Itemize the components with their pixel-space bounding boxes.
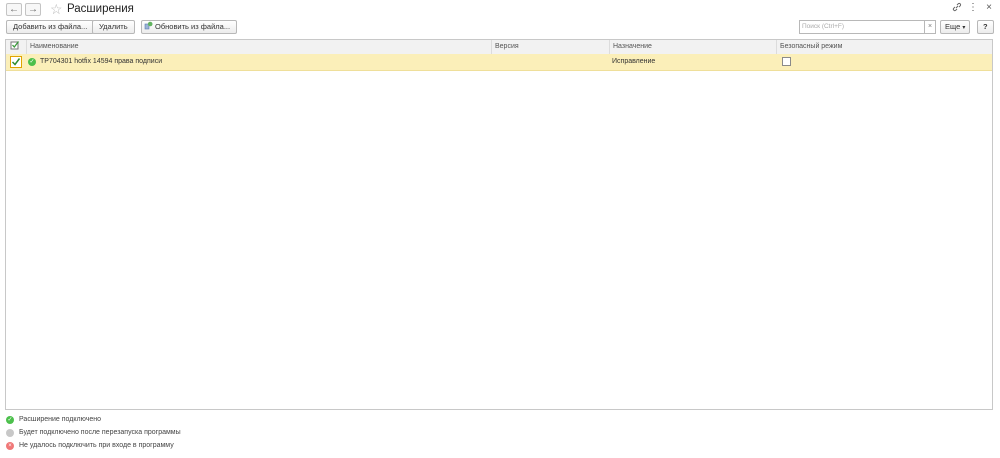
update-from-file-label: Обновить из файла... xyxy=(155,22,231,31)
active-checkbox[interactable] xyxy=(6,54,26,70)
header-checkbox[interactable] xyxy=(6,40,26,54)
delete-button[interactable]: Удалить xyxy=(92,20,135,34)
arrow-left-icon: ← xyxy=(9,4,19,15)
search-input[interactable]: Поиск (Ctrl+F) xyxy=(799,20,925,34)
cell-purpose: Исправление xyxy=(612,58,656,65)
column-header-name[interactable]: Наименование xyxy=(26,40,491,54)
legend-label: Будет подключено после перезапуска прогр… xyxy=(19,429,181,436)
more-button[interactable]: Еще ▾ xyxy=(940,20,971,34)
column-header-purpose[interactable]: Назначение xyxy=(609,40,776,54)
status-failed-icon: × xyxy=(6,442,14,450)
safe-mode-checkbox[interactable] xyxy=(782,57,791,66)
legend-label: Не удалось подключить при входе в програ… xyxy=(19,442,174,449)
check-all-icon xyxy=(10,41,20,50)
help-button[interactable]: ? xyxy=(977,20,994,34)
chevron-down-icon: ▾ xyxy=(962,25,966,31)
update-icon xyxy=(144,21,153,30)
column-header-version[interactable]: Версия xyxy=(491,40,609,54)
link-icon[interactable] xyxy=(950,2,964,16)
column-header-safe-mode[interactable]: Безопасный режим xyxy=(776,40,992,54)
status-connected-icon: ✓ xyxy=(6,416,14,424)
arrow-right-icon: → xyxy=(28,4,38,15)
forward-button[interactable]: → xyxy=(25,3,41,16)
cell-name: ✓ ТР704301 hotfix 14594 права подписи xyxy=(26,54,491,70)
extensions-table: Наименование Версия Назначение Безопасны… xyxy=(5,39,993,410)
vertical-dots-icon[interactable]: ⋮ xyxy=(966,2,980,14)
page-title: Расширения xyxy=(67,3,134,15)
checkmark-icon xyxy=(11,58,21,66)
legend-label: Расширение подключено xyxy=(19,416,101,423)
more-label: Еще xyxy=(945,22,961,31)
table-row[interactable]: ✓ ТР704301 hotfix 14594 права подписи Исп… xyxy=(6,54,992,71)
status-connected-icon: ✓ xyxy=(28,58,36,66)
status-pending-icon xyxy=(6,429,14,437)
close-icon[interactable]: × xyxy=(982,2,996,14)
cell-safe-mode xyxy=(776,54,992,70)
cell-version xyxy=(491,54,609,70)
update-from-file-button[interactable]: Обновить из файла... xyxy=(141,20,238,34)
add-from-file-button[interactable]: Добавить из файла... xyxy=(6,20,95,34)
back-button[interactable]: ← xyxy=(6,3,22,16)
star-icon[interactable]: ☆ xyxy=(50,1,63,17)
extension-name: ТР704301 hotfix 14594 права подписи xyxy=(40,58,163,65)
table-header: Наименование Версия Назначение Безопасны… xyxy=(6,40,992,55)
search-clear-icon[interactable]: × xyxy=(925,20,936,34)
